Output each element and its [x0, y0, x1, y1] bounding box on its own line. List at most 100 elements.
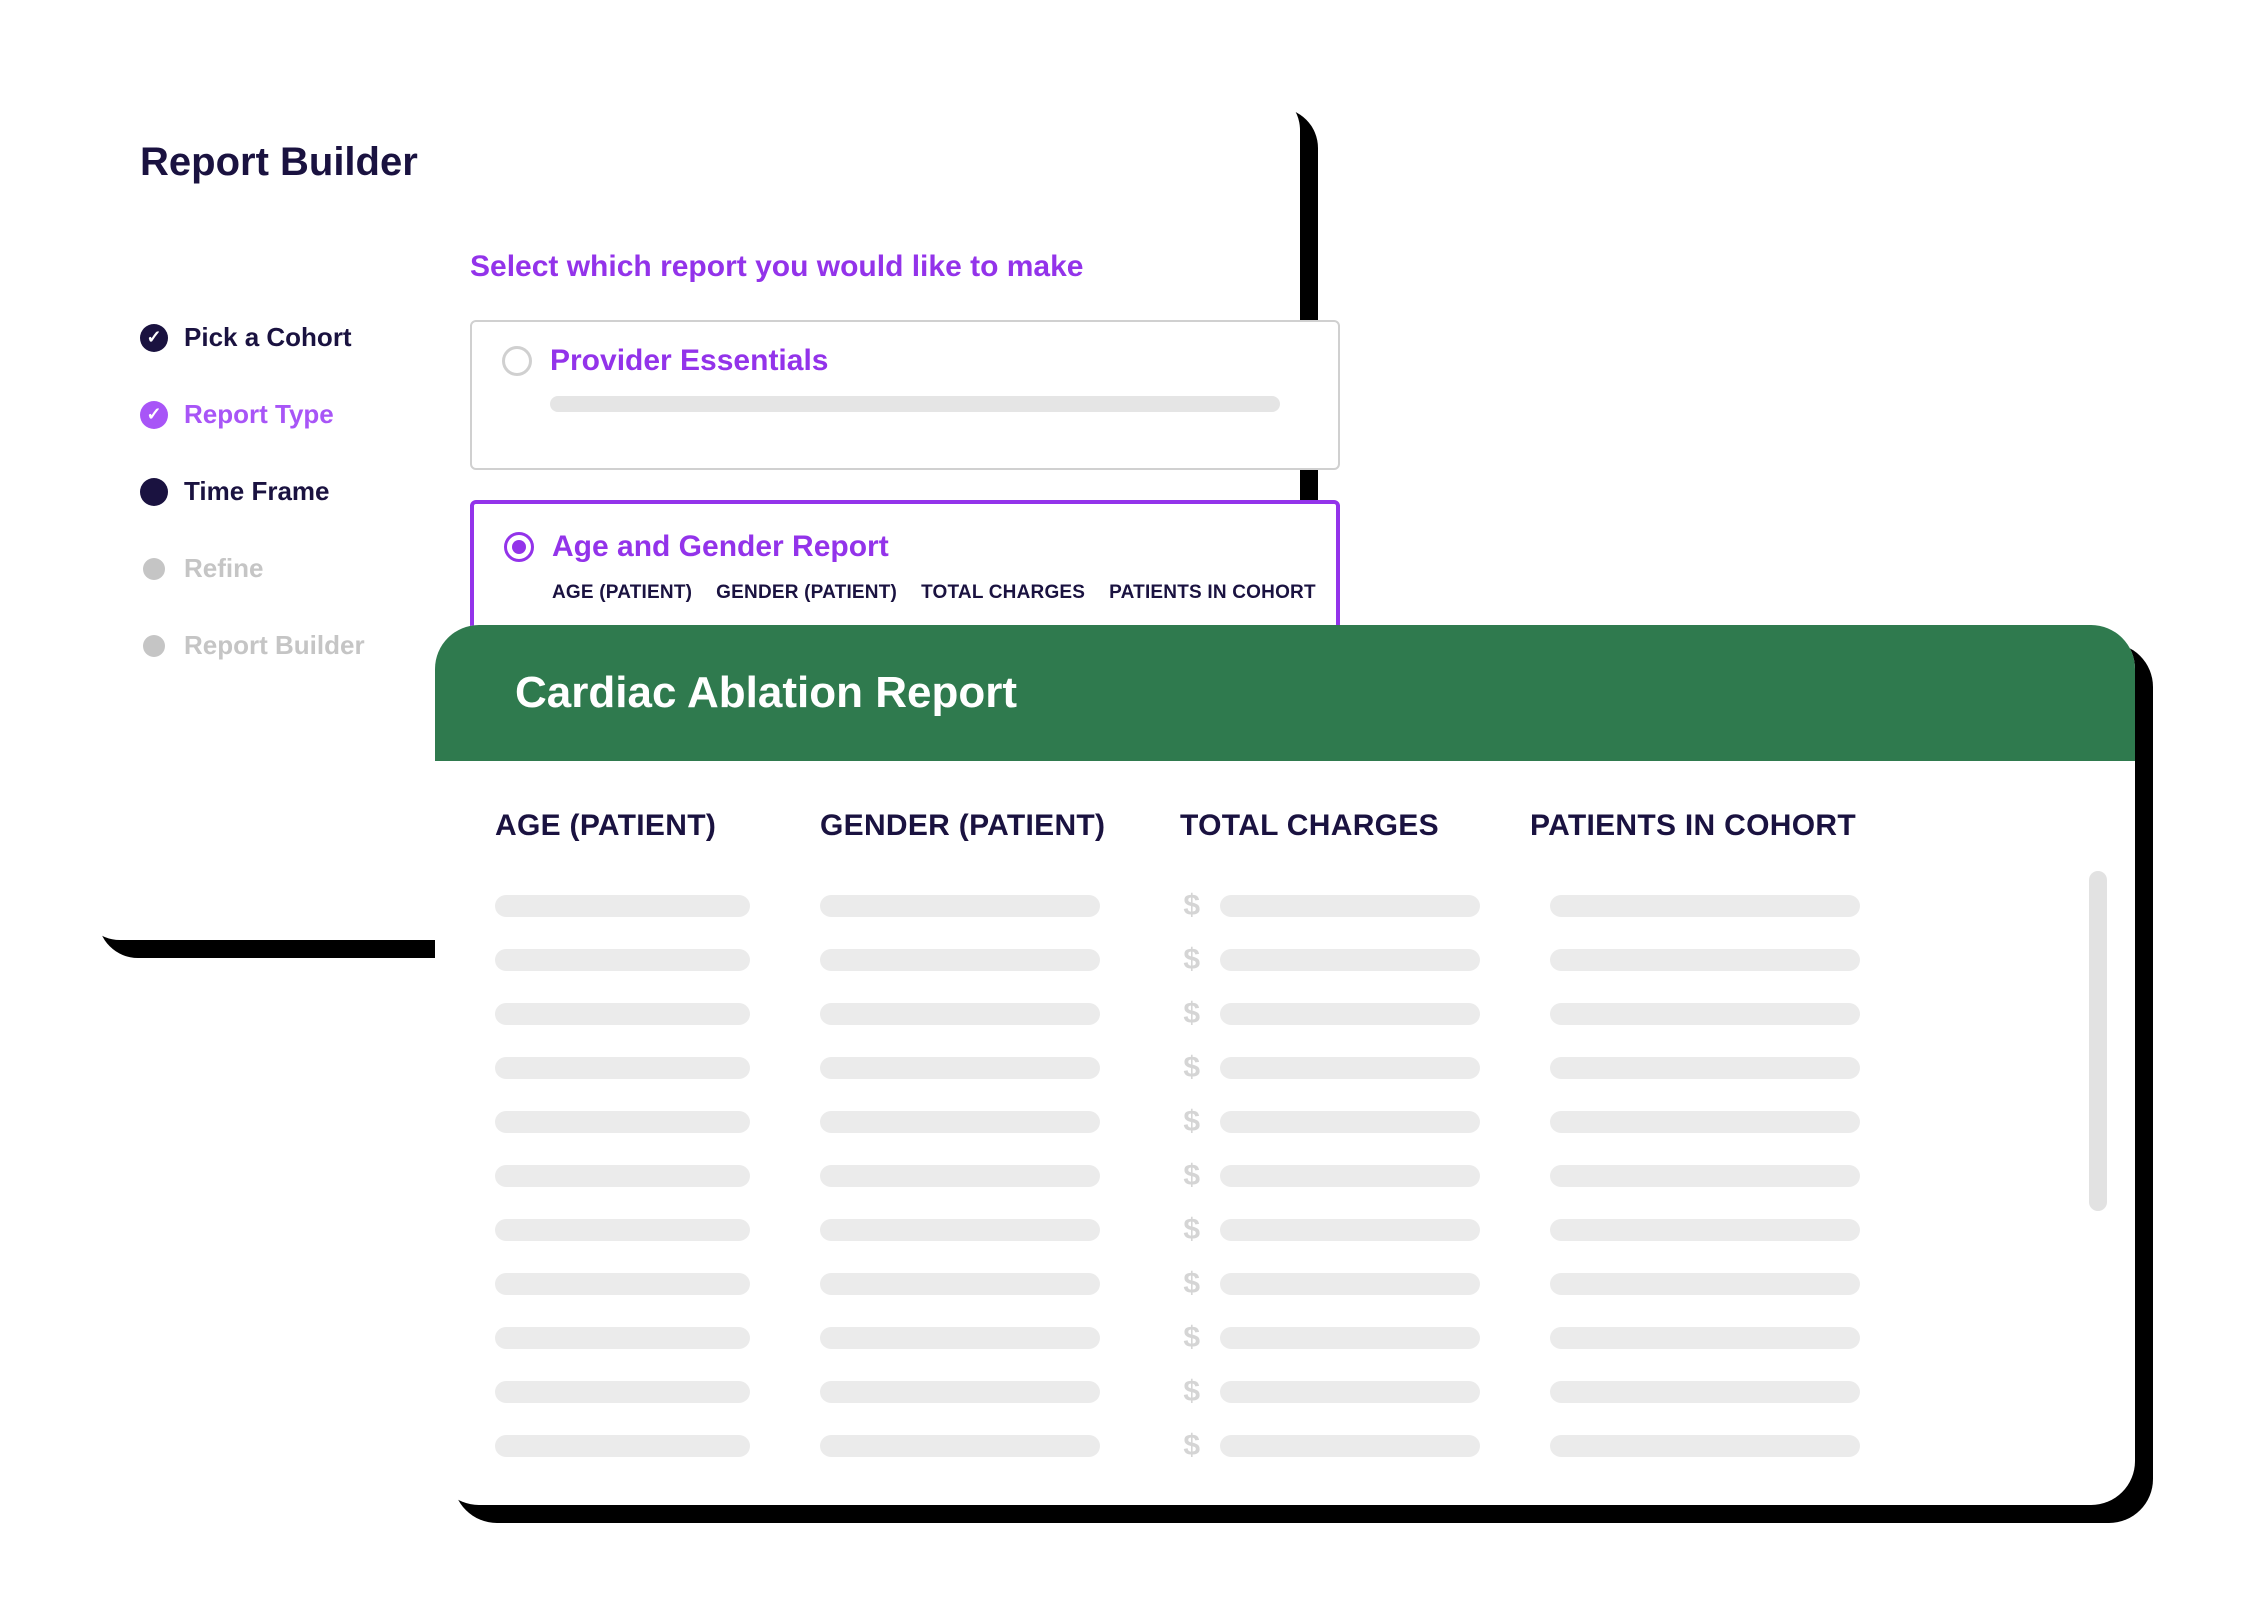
placeholder-cell: [820, 1435, 1100, 1457]
placeholder-cell: [495, 1381, 750, 1403]
placeholder-cell: [1220, 1057, 1480, 1079]
scrollbar-thumb[interactable]: [2089, 871, 2107, 1211]
placeholder-cell: [820, 1381, 1100, 1403]
currency-symbol: $: [1180, 1375, 1200, 1409]
radio-icon[interactable]: [504, 532, 534, 562]
placeholder-cell: [820, 1219, 1100, 1241]
placeholder-cell: [1550, 1219, 1860, 1241]
placeholder-cell: [495, 1165, 750, 1187]
currency-symbol: $: [1180, 1321, 1200, 1355]
placeholder-cell: [1220, 1111, 1480, 1133]
dot-icon: [140, 478, 168, 506]
placeholder-cell: [495, 1057, 750, 1079]
placeholder-cell: [1220, 1381, 1480, 1403]
placeholder-cell: [1220, 1219, 1480, 1241]
placeholder-cell: [495, 949, 750, 971]
placeholder-cell: [1220, 1273, 1480, 1295]
placeholder-cell: [1220, 1327, 1480, 1349]
placeholder-cell: [820, 895, 1100, 917]
report-header: Cardiac Ablation Report: [435, 625, 2135, 761]
report-column-header: TOTAL CHARGES: [1180, 809, 1510, 843]
preview-column-header: AGE (PATIENT): [552, 582, 692, 604]
step-report-type[interactable]: ✓ Report Type: [140, 399, 440, 430]
preview-column-header: GENDER (PATIENT): [716, 582, 897, 604]
placeholder-cell: [820, 1327, 1100, 1349]
placeholder-cell: [820, 1057, 1100, 1079]
currency-symbol: $: [1180, 1267, 1200, 1301]
placeholder-cell: [1220, 949, 1480, 971]
currency-symbol: $: [1180, 889, 1200, 923]
currency-symbol: $: [1180, 1159, 1200, 1193]
placeholder-cell: [820, 949, 1100, 971]
placeholder-cell: [495, 1435, 750, 1457]
report-builder-subtitle: Select which report you would like to ma…: [470, 250, 1083, 284]
report-column-header: AGE (PATIENT): [495, 809, 800, 843]
currency-symbol: $: [1180, 1105, 1200, 1139]
table-row: $: [495, 1203, 2075, 1257]
table-row: $: [495, 1257, 2075, 1311]
dot-icon: [143, 558, 165, 580]
table-row: $: [495, 1311, 2075, 1365]
report-column-header: PATIENTS IN COHORT: [1530, 809, 2075, 843]
step-label: Report Builder: [184, 630, 365, 661]
table-row: $: [495, 987, 2075, 1041]
step-pick-a-cohort[interactable]: ✓ Pick a Cohort: [140, 322, 440, 353]
table-row: $: [495, 879, 2075, 933]
option-title: Age and Gender Report: [552, 530, 889, 564]
table-row: $: [495, 1041, 2075, 1095]
dot-icon: [143, 635, 165, 657]
placeholder-cell: [495, 1273, 750, 1295]
placeholder-cell: [1550, 1273, 1860, 1295]
step-refine: Refine: [140, 553, 440, 584]
table-row: $: [495, 933, 2075, 987]
placeholder-cell: [820, 1003, 1100, 1025]
placeholder-line: [550, 396, 1280, 412]
step-label: Refine: [184, 553, 263, 584]
currency-symbol: $: [1180, 943, 1200, 977]
report-title: Cardiac Ablation Report: [515, 668, 1017, 718]
placeholder-cell: [1550, 1111, 1860, 1133]
currency-symbol: $: [1180, 1213, 1200, 1247]
placeholder-cell: [1550, 1057, 1860, 1079]
placeholder-cell: [1220, 1003, 1480, 1025]
placeholder-cell: [495, 1219, 750, 1241]
currency-symbol: $: [1180, 1429, 1200, 1463]
placeholder-cell: [1220, 895, 1480, 917]
step-time-frame[interactable]: Time Frame: [140, 476, 440, 507]
wizard-steps: ✓ Pick a Cohort ✓ Report Type Time Frame…: [140, 322, 440, 707]
placeholder-cell: [820, 1273, 1100, 1295]
currency-symbol: $: [1180, 1051, 1200, 1085]
table-row: $: [495, 1095, 2075, 1149]
report-rows: $ $ $ $ $ $ $ $ $ $ $: [495, 879, 2075, 1473]
placeholder-cell: [495, 895, 750, 917]
placeholder-cell: [495, 1003, 750, 1025]
table-row: $: [495, 1419, 2075, 1473]
step-label: Report Type: [184, 399, 334, 430]
placeholder-cell: [1550, 1165, 1860, 1187]
placeholder-cell: [1550, 949, 1860, 971]
placeholder-cell: [1550, 1435, 1860, 1457]
placeholder-cell: [1550, 1003, 1860, 1025]
preview-column-header: PATIENTS IN COHORT: [1109, 582, 1316, 604]
placeholder-cell: [1550, 1327, 1860, 1349]
report-option-provider-essentials[interactable]: Provider Essentials: [470, 320, 1340, 470]
option-title: Provider Essentials: [550, 344, 828, 378]
placeholder-cell: [1550, 895, 1860, 917]
placeholder-cell: [1550, 1381, 1860, 1403]
report-preview-card: Cardiac Ablation Report AGE (PATIENT) GE…: [435, 625, 2135, 1505]
step-report-builder: Report Builder: [140, 630, 440, 661]
placeholder-cell: [1220, 1435, 1480, 1457]
radio-dot-icon: [512, 540, 526, 554]
placeholder-cell: [1220, 1165, 1480, 1187]
report-builder-title: Report Builder: [140, 140, 418, 185]
placeholder-cell: [495, 1111, 750, 1133]
report-column-header: GENDER (PATIENT): [820, 809, 1160, 843]
radio-icon[interactable]: [502, 346, 532, 376]
step-label: Time Frame: [184, 476, 329, 507]
check-icon: ✓: [140, 401, 168, 429]
placeholder-cell: [820, 1111, 1100, 1133]
check-icon: ✓: [140, 324, 168, 352]
currency-symbol: $: [1180, 997, 1200, 1031]
table-row: $: [495, 1149, 2075, 1203]
step-label: Pick a Cohort: [184, 322, 352, 353]
